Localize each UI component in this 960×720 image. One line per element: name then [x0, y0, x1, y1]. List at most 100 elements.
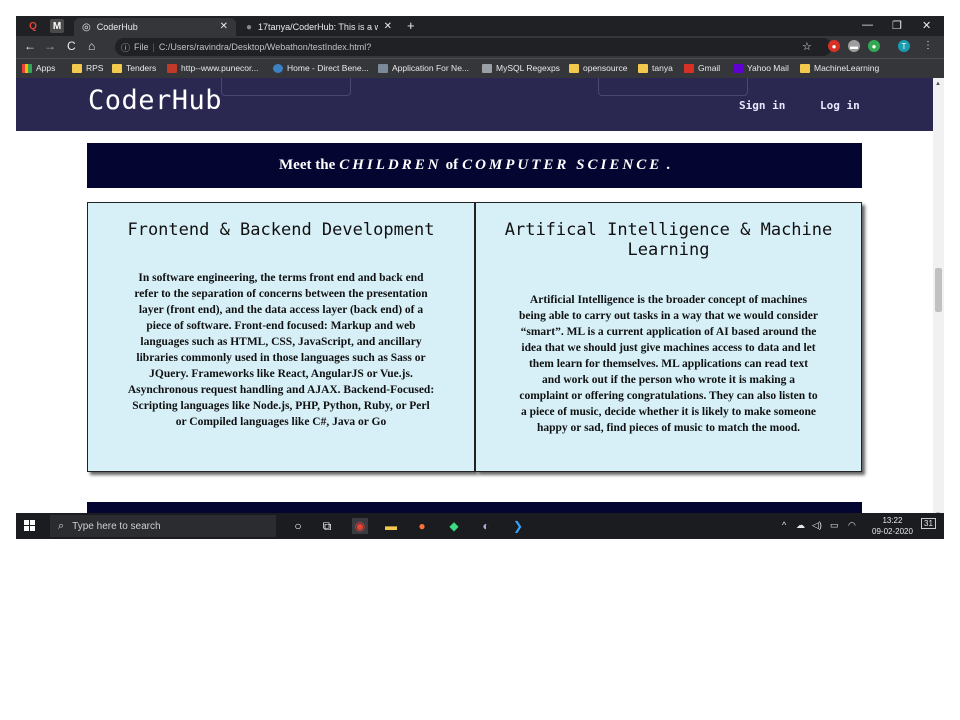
hero-banner: Meet the CHILDREN of COMPUTER SCIENCE .	[87, 143, 862, 188]
taskbar-search[interactable]: ⌕ Type here to search	[50, 515, 276, 537]
header-remnant	[598, 78, 748, 96]
bookmark-tanya[interactable]: tanya	[638, 63, 673, 73]
tab-github[interactable]: ● 17tanya/CoderHub: This is a web ✕	[238, 18, 400, 36]
minimize-icon[interactable]: —	[862, 19, 873, 31]
sign-in-link[interactable]: Sign in	[739, 99, 785, 112]
tab-title: 17tanya/CoderHub: This is a web	[258, 22, 379, 32]
battery-icon[interactable]: ▭	[830, 520, 839, 531]
folder-icon	[800, 63, 810, 73]
extension-icon[interactable]: ▬	[848, 40, 860, 52]
firefox-icon[interactable]: ●	[414, 518, 430, 534]
task-view-icon[interactable]: ⧉	[319, 518, 335, 534]
bookmark-label: RPS	[86, 63, 104, 73]
tray-chevron-icon[interactable]: ^	[782, 520, 786, 530]
profile-avatar[interactable]: T	[898, 40, 910, 52]
banner-mid: of	[445, 157, 459, 173]
windows-start-icon[interactable]	[24, 520, 36, 532]
address-scheme: File	[134, 42, 149, 52]
android-studio-icon[interactable]: ◆	[446, 518, 462, 534]
bookmark-apps[interactable]: Apps	[22, 63, 55, 73]
taskbar-clock[interactable]: 13:22 09-02-2020	[872, 515, 913, 537]
address-bar[interactable]: ⓘ File | C:/Users/ravindra/Desktop/Webat…	[115, 38, 832, 56]
restore-icon[interactable]: ❐	[892, 19, 902, 32]
vertical-scrollbar[interactable]: ▲ ▼	[933, 78, 944, 521]
bookmark-label: Yahoo Mail	[747, 63, 789, 73]
tab-strip: Q M ◎ CoderHub ✕ ● 17tanya/CoderHub: Thi…	[16, 16, 944, 36]
cloud-icon[interactable]: ☁	[796, 520, 805, 531]
bookmark-star-icon[interactable]: ☆	[802, 40, 812, 53]
info-icon: ⓘ	[121, 42, 131, 53]
tab-coderhub[interactable]: ◎ CoderHub ✕	[74, 18, 236, 36]
eclipse-icon[interactable]: ◐	[478, 518, 494, 534]
page-icon	[167, 63, 177, 73]
file-explorer-icon[interactable]: ▬	[383, 518, 399, 534]
close-tab-icon[interactable]: ✕	[220, 21, 228, 32]
topic-card-ai-ml[interactable]: Artifical Intelligence & Machine Learnin…	[475, 202, 862, 472]
home-icon[interactable]: ⌂	[88, 39, 95, 53]
github-icon: ●	[246, 21, 253, 33]
bookmark-label: Gmail	[698, 63, 721, 73]
banner-highlight: CHILDREN	[339, 157, 442, 173]
address-separator: |	[152, 42, 155, 52]
page-icon	[273, 63, 283, 73]
bookmark-opensource[interactable]: opensource	[569, 63, 627, 73]
site-header: CoderHub Sign in Log in	[16, 78, 933, 131]
reload-icon[interactable]: C	[67, 39, 76, 53]
page-icon	[482, 63, 492, 73]
notification-icon[interactable]: 31	[921, 518, 936, 529]
bookmark-application[interactable]: Application For Ne...	[378, 63, 469, 73]
menu-icon[interactable]: ⋮	[923, 40, 933, 51]
bookmark-label: MySQL Regexps	[496, 63, 560, 73]
bookmark-punecorp[interactable]: http--www.punecor...	[167, 63, 258, 73]
forward-icon[interactable]: →	[44, 39, 56, 53]
bookmark-label: tanya	[652, 63, 673, 73]
bookmark-label: Home - Direct Bene...	[287, 63, 369, 73]
bookmarks-bar: Apps RPS Tenders http--www.punecor... Ho…	[16, 58, 944, 78]
bookmark-mysql-regexps[interactable]: MySQL Regexps	[482, 63, 560, 73]
bookmark-machinelearning[interactable]: MachineLearning	[800, 63, 879, 73]
bookmark-rps[interactable]: RPS	[72, 63, 103, 73]
pinned-tab-m[interactable]: M	[50, 19, 64, 33]
extension-icon[interactable]: ●	[828, 40, 840, 52]
chrome-icon[interactable]: ◉	[352, 518, 368, 534]
folder-icon	[112, 63, 122, 73]
back-icon[interactable]: ←	[24, 39, 36, 53]
pinned-tab-quora[interactable]: Q	[26, 19, 40, 33]
card-body: Artificial Intelligence is the broader c…	[518, 294, 818, 434]
page-viewport: CoderHub Sign in Log in Meet the CHILDRE…	[16, 78, 933, 521]
folder-icon	[638, 63, 648, 73]
address-path: C:/Users/ravindra/Desktop/Webathon/testI…	[158, 42, 372, 52]
volume-icon[interactable]: ◁)	[812, 520, 822, 531]
extension-icon[interactable]: ●	[868, 40, 880, 52]
scroll-thumb[interactable]	[935, 268, 942, 312]
gmail-icon	[684, 63, 694, 73]
folder-icon	[569, 63, 579, 73]
bookmark-gmail[interactable]: Gmail	[684, 63, 720, 73]
bookmark-tenders[interactable]: Tenders	[112, 63, 156, 73]
log-in-link[interactable]: Log in	[820, 99, 860, 112]
cortana-icon[interactable]: ○	[290, 518, 306, 534]
topic-card-frontend-backend[interactable]: Frontend & Backend Development In softwa…	[87, 202, 475, 472]
bookmark-yahoo-mail[interactable]: Yahoo Mail	[733, 63, 789, 73]
vscode-icon[interactable]: ❯	[510, 518, 526, 534]
search-icon: ⌕	[58, 519, 65, 532]
site-logo[interactable]: CoderHub	[88, 85, 222, 116]
screen: Q M ◎ CoderHub ✕ ● 17tanya/CoderHub: Thi…	[16, 16, 944, 539]
card-title: Artifical Intelligence & Machine Learnin…	[504, 220, 833, 260]
close-window-icon[interactable]: ✕	[922, 19, 931, 32]
scroll-up-icon[interactable]: ▲	[935, 81, 941, 87]
bookmark-label: Apps	[36, 63, 56, 73]
wifi-icon[interactable]: ◠	[848, 520, 856, 531]
clock-date: 09-02-2020	[872, 527, 913, 536]
card-body: In software engineering, the terms front…	[127, 272, 435, 428]
close-tab-icon[interactable]: ✕	[384, 21, 392, 32]
new-tab-button[interactable]: +	[407, 18, 415, 33]
bookmark-label: Application For Ne...	[392, 63, 470, 73]
bookmark-direct-benefit[interactable]: Home - Direct Bene...	[273, 63, 369, 73]
page-icon	[378, 63, 388, 73]
browser-toolbar: ← → C ⌂ ⓘ File | C:/Users/ravindra/Deskt…	[16, 36, 944, 58]
bookmark-label: opensource	[583, 63, 628, 73]
mail-icon	[733, 63, 743, 73]
search-placeholder: Type here to search	[72, 520, 161, 532]
windows-taskbar: ⌕ Type here to search ○ ⧉ ◉ ▬ ● ◆ ◐ ❯ ^ …	[16, 513, 944, 539]
